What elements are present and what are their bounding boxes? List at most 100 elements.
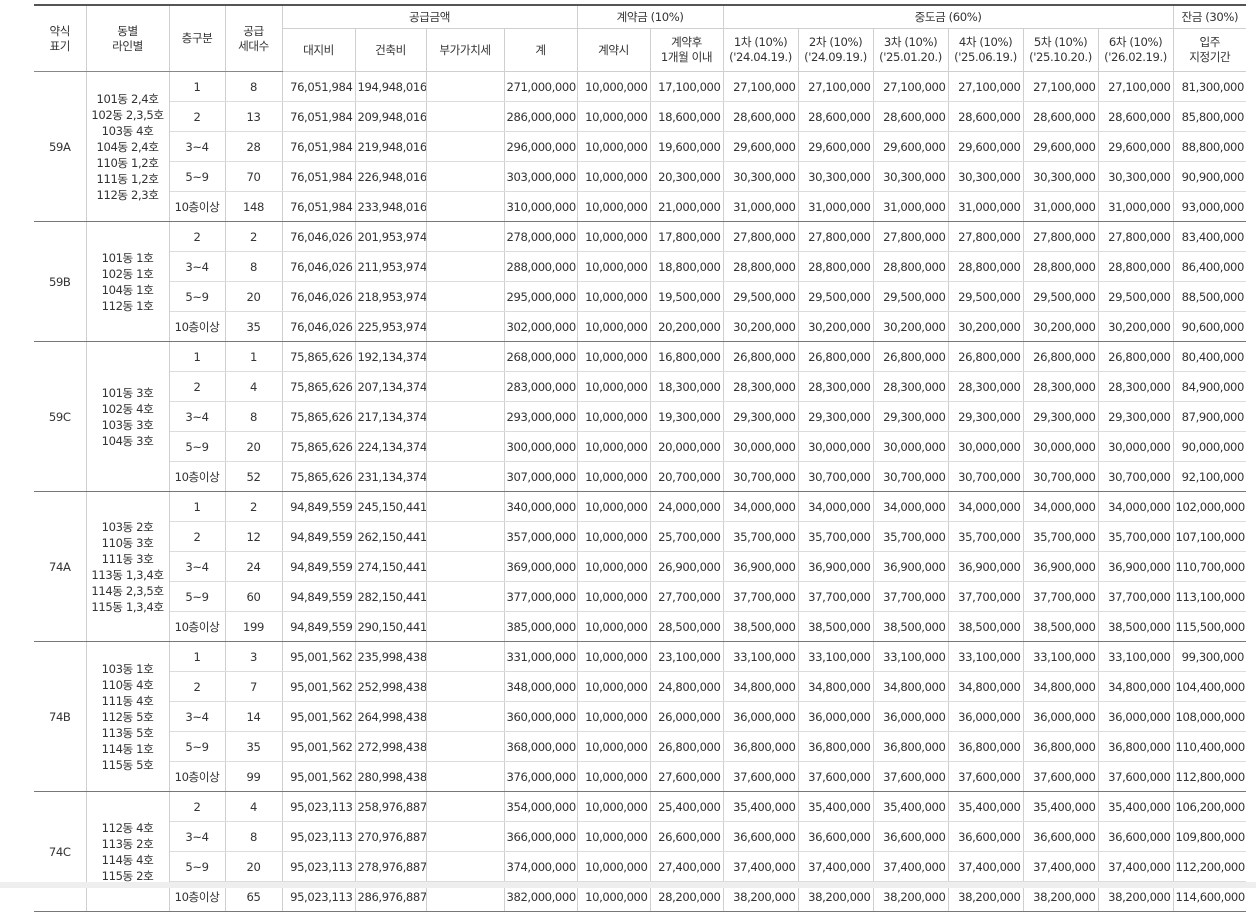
floor-cell: 3~4 xyxy=(169,821,226,852)
floor-cell: 3~4 xyxy=(169,701,226,732)
land-cost-cell: 76,051,984 xyxy=(282,131,356,162)
deposit-after-contract-cell: 20,300,000 xyxy=(650,161,724,192)
building-line: 115동 5호 xyxy=(101,757,154,772)
unit-type-cell: 59C xyxy=(34,341,87,492)
land-cost-cell: 95,001,562 xyxy=(282,701,356,732)
total-cell: 278,000,000 xyxy=(504,221,578,252)
interim-6-cell: 33,100,000 xyxy=(1098,641,1174,672)
deposit-after-contract-cell: 27,600,000 xyxy=(650,761,724,792)
balance-cell: 81,300,000 xyxy=(1173,71,1247,102)
interim-1-cell: 30,300,000 xyxy=(723,161,799,192)
units-cell: 20 xyxy=(225,431,283,462)
deposit-after-contract-cell: 25,400,000 xyxy=(650,791,724,822)
total-cell: 366,000,000 xyxy=(504,821,578,852)
interim-1-cell: 35,400,000 xyxy=(723,791,799,822)
building-cost-cell: 207,134,374 xyxy=(355,371,427,402)
interim-4-cell: 29,500,000 xyxy=(948,281,1024,312)
interim-1-cell: 35,700,000 xyxy=(723,521,799,552)
units-cell: 20 xyxy=(225,281,283,312)
building-cost-cell: 231,134,374 xyxy=(355,461,427,492)
interim-3-cell: 34,800,000 xyxy=(873,671,949,702)
land-cost-cell: 75,865,626 xyxy=(282,341,356,372)
table-row: 3~4 8 75,865,626 217,134,374 293,000,000 10,0… xyxy=(34,401,1247,432)
interim-3-cell: 30,200,000 xyxy=(873,311,949,342)
interim-1-cell: 36,800,000 xyxy=(723,731,799,762)
interim-2-cell: 31,000,000 xyxy=(798,191,874,222)
interim-1-cell: 30,000,000 xyxy=(723,431,799,462)
interim-2-cell: 33,100,000 xyxy=(798,641,874,672)
interim-4-cell: 34,000,000 xyxy=(948,491,1024,522)
units-cell: 52 xyxy=(225,461,283,492)
units-cell: 13 xyxy=(225,101,283,132)
deposit-at-contract-cell: 10,000,000 xyxy=(577,161,651,192)
balance-cell: 86,400,000 xyxy=(1173,251,1247,282)
land-cost-cell: 76,046,026 xyxy=(282,251,356,282)
vat-cell xyxy=(426,821,505,852)
floor-cell: 2 xyxy=(169,791,226,822)
table-row: 5~9 60 94,849,559 282,150,441 377,000,000 10,… xyxy=(34,581,1247,612)
building-line: 114동 2,3,5호 xyxy=(91,583,164,598)
interim-5-cell: 28,800,000 xyxy=(1023,251,1099,282)
balance-cell: 87,900,000 xyxy=(1173,401,1247,432)
deposit-after-contract-cell: 27,400,000 xyxy=(650,851,724,882)
balance-cell: 104,400,000 xyxy=(1173,671,1247,702)
units-cell: 2 xyxy=(225,491,283,522)
total-cell: 357,000,000 xyxy=(504,521,578,552)
deposit-at-contract-cell: 10,000,000 xyxy=(577,311,651,342)
header-balance-sub: 입주 지정기간 xyxy=(1173,28,1247,72)
interim-6-cell: 36,600,000 xyxy=(1098,821,1174,852)
interim-1-cell: 29,500,000 xyxy=(723,281,799,312)
interim-4-cell: 26,800,000 xyxy=(948,341,1024,372)
total-cell: 348,000,000 xyxy=(504,671,578,702)
price-table: 약식 표기 동별 라인별 층구분 공급 세대수 공급금액 계약금 (10%) 중… xyxy=(34,4,1247,912)
building-lines-cell: 103동 1호 110동 4호 111동 4호 112동 5호 113동 5호 114동 … xyxy=(86,641,170,792)
interim-4-cell: 30,300,000 xyxy=(948,161,1024,192)
deposit-after-contract-cell: 18,800,000 xyxy=(650,251,724,282)
table-row: 10층이상 148 76,051,984 233,948,016 310,000,000… xyxy=(34,191,1247,222)
interim-5-cell: 37,700,000 xyxy=(1023,581,1099,612)
floor-cell: 2 xyxy=(169,101,226,132)
interim-1-cell: 31,000,000 xyxy=(723,191,799,222)
table-row: 59C 101동 3호 102동 4호 103동 3호 104동 3호 1 1 75,865,… xyxy=(34,341,1247,492)
building-lines-cell: 101동 2,4호 102동 2,3,5호 103동 4호 104동 2,4호 110동… xyxy=(86,71,170,222)
interim-5-cell: 33,100,000 xyxy=(1023,641,1099,672)
total-cell: 368,000,000 xyxy=(504,731,578,762)
table-row: 3~4 24 94,849,559 274,150,441 369,000,000 10,… xyxy=(34,551,1247,582)
interim-1-cell: 29,300,000 xyxy=(723,401,799,432)
balance-cell: 92,100,000 xyxy=(1173,461,1247,492)
total-cell: 295,000,000 xyxy=(504,281,578,312)
building-line: 104동 1호 xyxy=(101,282,154,297)
interim-3-cell: 29,300,000 xyxy=(873,401,949,432)
table-row: 2 7 95,001,562 252,998,438 348,000,000 10,000… xyxy=(34,671,1247,702)
building-line: 114동 1호 xyxy=(101,741,154,756)
interim-2-cell: 36,800,000 xyxy=(798,731,874,762)
interim-2-cell: 36,000,000 xyxy=(798,701,874,732)
building-line: 104동 3호 xyxy=(101,433,154,448)
interim-2-cell: 37,400,000 xyxy=(798,851,874,882)
balance-cell: 110,700,000 xyxy=(1173,551,1247,582)
deposit-at-contract-cell: 10,000,000 xyxy=(577,371,651,402)
land-cost-cell: 95,023,113 xyxy=(282,821,356,852)
interim-5-cell: 29,500,000 xyxy=(1023,281,1099,312)
interim-2-cell: 27,800,000 xyxy=(798,221,874,252)
vat-cell xyxy=(426,281,505,312)
building-line: 103동 1호 xyxy=(101,661,154,676)
interim-6-cell: 37,400,000 xyxy=(1098,851,1174,882)
balance-cell: 113,100,000 xyxy=(1173,581,1247,612)
building-line: 103동 3호 xyxy=(101,417,154,432)
units-cell: 2 xyxy=(225,221,283,252)
deposit-after-contract-cell: 17,800,000 xyxy=(650,221,724,252)
interim-3-cell: 30,700,000 xyxy=(873,461,949,492)
building-cost-cell: 258,976,887 xyxy=(355,791,427,822)
interim-6-cell: 35,700,000 xyxy=(1098,521,1174,552)
vat-cell xyxy=(426,431,505,462)
unit-type-cell: 74B xyxy=(34,641,87,792)
interim-5-cell: 29,300,000 xyxy=(1023,401,1099,432)
interim-5-cell: 35,400,000 xyxy=(1023,791,1099,822)
building-cost-cell: 282,150,441 xyxy=(355,581,427,612)
building-line: 113동 1,3,4호 xyxy=(91,567,164,582)
deposit-after-contract-cell: 19,300,000 xyxy=(650,401,724,432)
deposit-at-contract-cell: 10,000,000 xyxy=(577,821,651,852)
balance-cell: 107,100,000 xyxy=(1173,521,1247,552)
deposit-at-contract-cell: 10,000,000 xyxy=(577,791,651,822)
